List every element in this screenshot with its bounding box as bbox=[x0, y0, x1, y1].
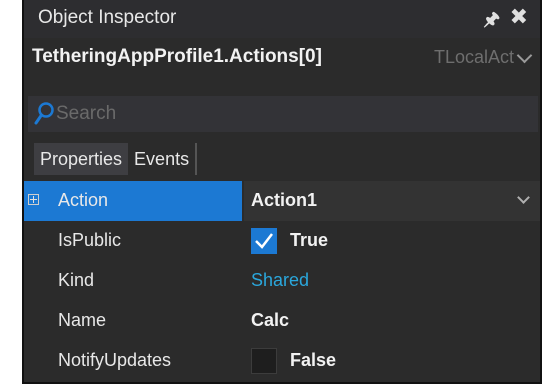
property-grid: Action Action1 IsPublic True Kind Shared… bbox=[24, 181, 540, 381]
property-name: Kind bbox=[58, 270, 95, 290]
selected-object-name: TetheringAppProfile1.Actions[0] bbox=[32, 46, 322, 67]
property-name-cell[interactable]: Name bbox=[24, 301, 242, 341]
property-value: Action1 bbox=[251, 190, 318, 210]
property-name: Name bbox=[58, 310, 107, 330]
object-selector[interactable]: TetheringAppProfile1.Actions[0] TLocalAc… bbox=[24, 38, 540, 80]
object-inspector-panel: Object Inspector 🖈︎ ✖ TetheringAppProfil… bbox=[22, 0, 542, 384]
panel-title: Object Inspector bbox=[38, 7, 177, 28]
property-value-cell[interactable]: False bbox=[244, 341, 540, 381]
inspector-tabs: Properties Events bbox=[34, 143, 198, 175]
property-value-cell[interactable]: Calc bbox=[244, 301, 540, 341]
title-bar[interactable]: Object Inspector 🖈︎ ✖ bbox=[24, 0, 540, 38]
property-name-cell[interactable]: NotifyUpdates bbox=[24, 341, 242, 381]
property-name-cell[interactable]: Action bbox=[24, 181, 242, 221]
property-row-kind[interactable]: Kind Shared bbox=[24, 261, 540, 301]
property-name-cell[interactable]: Kind bbox=[24, 261, 242, 301]
property-row-action[interactable]: Action Action1 bbox=[24, 181, 540, 221]
selected-object-type: TLocalAct bbox=[434, 47, 515, 67]
tab-properties[interactable]: Properties bbox=[34, 143, 129, 175]
property-value: False bbox=[290, 350, 337, 370]
pin-icon[interactable]: 🖈︎ bbox=[483, 7, 500, 37]
property-name-cell[interactable]: IsPublic bbox=[24, 221, 242, 261]
checkmark-icon bbox=[255, 233, 273, 249]
kind-value-link[interactable]: Shared bbox=[251, 270, 309, 291]
notifyupdates-checkbox[interactable] bbox=[251, 348, 277, 374]
property-row-notifyupdates[interactable]: NotifyUpdates False bbox=[24, 341, 540, 381]
property-value-cell[interactable]: True bbox=[244, 221, 540, 261]
property-value-cell[interactable]: Action1 bbox=[244, 181, 540, 221]
chevron-down-icon[interactable] bbox=[517, 191, 530, 204]
expand-icon[interactable] bbox=[28, 194, 39, 205]
search-box[interactable] bbox=[28, 96, 538, 132]
property-name: NotifyUpdates bbox=[58, 350, 172, 370]
property-name: IsPublic bbox=[58, 230, 122, 250]
search-input[interactable] bbox=[56, 96, 526, 132]
property-row-ispublic[interactable]: IsPublic True bbox=[24, 221, 540, 261]
close-icon[interactable]: ✖ bbox=[510, 4, 528, 30]
chevron-down-icon[interactable] bbox=[516, 47, 533, 64]
property-value[interactable]: Calc bbox=[251, 310, 289, 331]
ispublic-checkbox[interactable] bbox=[251, 228, 277, 254]
property-value: True bbox=[290, 230, 329, 250]
tab-events[interactable]: Events bbox=[128, 143, 198, 175]
property-row-name[interactable]: Name Calc bbox=[24, 301, 540, 341]
property-value-cell[interactable]: Shared bbox=[244, 261, 540, 301]
property-name: Action bbox=[58, 190, 109, 210]
search-icon bbox=[34, 102, 54, 125]
